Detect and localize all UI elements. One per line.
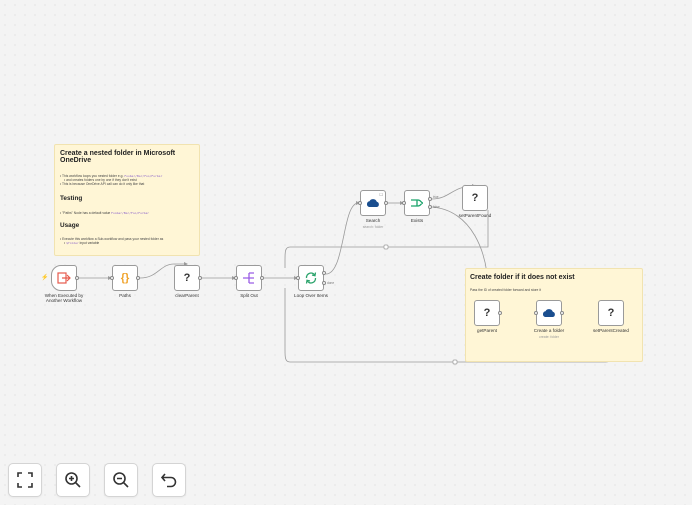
- unknown-node-icon: ?: [483, 307, 491, 319]
- node-label-create-folder: Create a folder: [533, 328, 565, 333]
- node-subtitle-search: search: folder: [362, 225, 384, 229]
- node-label-split-out: Split Out: [240, 293, 258, 298]
- done-output-port[interactable]: [322, 281, 326, 285]
- node-set-parent-found[interactable]: ?: [462, 185, 488, 211]
- output-port[interactable]: [560, 311, 564, 315]
- undo-icon: [160, 473, 177, 488]
- output-port[interactable]: [198, 276, 202, 280]
- node-subtitle-create-folder: create: folder: [539, 335, 559, 339]
- done-port-label: done: [327, 281, 335, 285]
- edge-loop-search: [325, 202, 359, 275]
- sticky-usage-heading: Usage: [60, 221, 80, 229]
- output-port[interactable]: [136, 276, 140, 280]
- loop-icon: [305, 272, 317, 284]
- unknown-node-icon: ?: [183, 272, 191, 284]
- input-port[interactable]: [358, 201, 362, 205]
- sticky-title: Create a nested folder in Microsoft OneD…: [60, 150, 176, 164]
- true-port-label: true: [433, 195, 439, 199]
- execute-workflow-icon: [57, 272, 71, 284]
- node-label-exists: Exists: [410, 218, 424, 223]
- node-search[interactable]: ☐: [360, 190, 386, 216]
- node-create-folder[interactable]: [536, 300, 562, 326]
- undo-button[interactable]: [152, 463, 186, 497]
- input-port[interactable]: [234, 276, 238, 280]
- node-label-trigger: When Executed by Another Workflow: [44, 293, 84, 303]
- unknown-node-icon: ?: [607, 307, 615, 319]
- fit-view-icon: [17, 472, 33, 488]
- node-label-paths: Paths: [119, 293, 131, 298]
- search-dot-icon: ☐: [379, 192, 383, 197]
- node-exists[interactable]: [404, 190, 430, 216]
- node-loop-over-items[interactable]: [298, 265, 324, 291]
- zoom-out-icon: [113, 472, 129, 488]
- node-label-set-parent-created: setParentCreated: [592, 328, 629, 333]
- if-branch-icon: [411, 199, 424, 207]
- code-braces-icon: {}: [120, 272, 130, 284]
- zoom-out-button[interactable]: [104, 463, 138, 497]
- input-port[interactable]: [402, 201, 406, 205]
- onedrive-icon: [542, 309, 555, 317]
- sticky-create-description: Pass the ID of created folder forward an…: [470, 288, 541, 292]
- output-port[interactable]: [498, 311, 502, 315]
- onedrive-icon: [366, 199, 379, 207]
- output-port[interactable]: [384, 201, 388, 205]
- node-when-executed[interactable]: [51, 265, 77, 291]
- workflow-canvas[interactable]: Create a nested folder in Microsoft OneD…: [0, 0, 692, 505]
- node-label-clear-parent: clearParent: [175, 293, 199, 298]
- sticky-note-description[interactable]: Create a nested folder in Microsoft OneD…: [54, 144, 200, 256]
- node-label-loop: Loop Over Items: [294, 293, 328, 298]
- node-label-set-parent-found: setParentFound: [458, 213, 492, 218]
- sticky-intro-line-2: This is because OneDrive API call can do…: [60, 182, 194, 186]
- loop-output-port[interactable]: [322, 271, 326, 275]
- fit-view-button[interactable]: [8, 463, 42, 497]
- sticky-testing-heading: Testing: [60, 194, 83, 202]
- node-label-get-parent: getParent: [477, 328, 497, 333]
- node-split-out[interactable]: [236, 265, 262, 291]
- zoom-in-button[interactable]: [56, 463, 90, 497]
- input-port[interactable]: [534, 311, 538, 315]
- sticky-testing-line: "Paths" Node has a default value Foobar/…: [60, 211, 194, 215]
- output-port[interactable]: [260, 276, 264, 280]
- split-out-icon: [243, 272, 254, 284]
- node-set-parent-created[interactable]: ?: [598, 300, 624, 326]
- unknown-node-icon: ?: [471, 192, 479, 204]
- sticky-create-title: Create folder if it does not exist: [470, 274, 575, 281]
- false-output-port[interactable]: [428, 205, 432, 209]
- input-port[interactable]: [110, 276, 114, 280]
- sticky-usage-line-2: $folder input variable: [60, 241, 194, 245]
- node-get-parent[interactable]: ?: [474, 300, 500, 326]
- input-port[interactable]: [296, 276, 300, 280]
- node-clear-parent[interactable]: ?: [174, 265, 200, 291]
- false-port-label: false: [433, 205, 440, 209]
- output-port[interactable]: [75, 276, 79, 280]
- node-paths[interactable]: {}: [112, 265, 138, 291]
- zoom-in-icon: [65, 472, 81, 488]
- trigger-bolt-icon: ⚡: [41, 275, 49, 281]
- true-output-port[interactable]: [428, 197, 432, 201]
